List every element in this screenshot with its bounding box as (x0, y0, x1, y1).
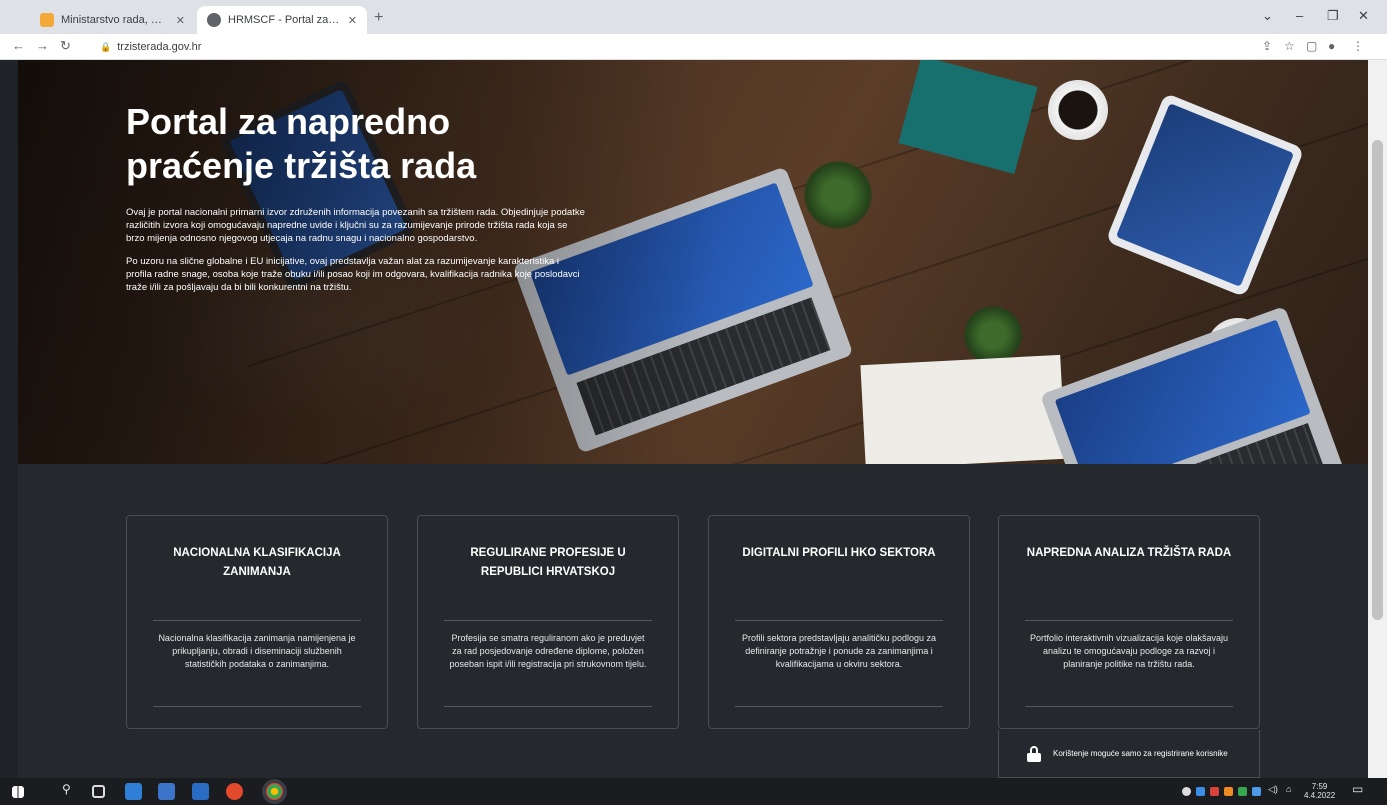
url-input[interactable]: 🔒 trzisterada.gov.hr (100, 37, 1250, 57)
app-icon[interactable] (226, 783, 243, 800)
card-napredna-analiza[interactable]: NAPREDNA ANALIZA TRŽIŠTA RADA Portfolio … (998, 515, 1260, 729)
coffee-mug-image (1048, 80, 1108, 140)
notebook-image (860, 354, 1066, 464)
hero-banner: Portal za napredno praćenje tržišta rada… (18, 60, 1368, 464)
lock-icon: 🔒 (100, 41, 112, 52)
app-icon[interactable] (158, 783, 175, 800)
teal-book-image (898, 60, 1038, 174)
divider (153, 620, 361, 621)
restricted-access-text: Korištenje moguće samo za registrirane k… (1053, 749, 1228, 758)
tab-title: Ministarstvo rada, mirovinskog (61, 14, 170, 26)
favicon-icon (40, 13, 54, 27)
restricted-access-note: Korištenje moguće samo za registrirane k… (998, 730, 1260, 778)
card-description: Profili sektora predstavljaju analitičku… (741, 633, 937, 669)
page-title-line: Portal za napredno (126, 101, 451, 142)
scrollbar-thumb[interactable] (1372, 140, 1383, 620)
card-title: DIGITALNI PROFILI HKO SEKTORA (742, 547, 936, 559)
plant-image (803, 160, 873, 230)
minimize-icon[interactable]: – (1296, 8, 1303, 23)
browser-tab-active[interactable]: HRMSCF - Portal za napredno ✕ (197, 6, 367, 34)
tray-icon[interactable] (1238, 787, 1247, 796)
favicon-icon (207, 13, 221, 27)
task-view-icon[interactable] (92, 785, 105, 798)
page-viewport: Portal za napredno praćenje tržišta rada… (18, 60, 1368, 778)
tablet-image (1105, 92, 1305, 298)
close-tab-icon[interactable]: ✕ (348, 14, 357, 27)
divider (153, 706, 361, 707)
back-icon[interactable]: ← (12, 38, 25, 53)
extensions-icon[interactable]: ▢ (1306, 39, 1317, 53)
tray-icon[interactable] (1252, 787, 1261, 796)
close-tab-icon[interactable]: ✕ (176, 14, 185, 27)
card-digitalni-profili[interactable]: DIGITALNI PROFILI HKO SEKTORA Profili se… (708, 515, 970, 729)
bookmark-star-icon[interactable]: ☆ (1284, 39, 1295, 53)
new-tab-icon[interactable]: + (374, 9, 383, 27)
browser-tab[interactable]: Ministarstvo rada, mirovinskog ✕ (30, 6, 195, 34)
url-text: trzisterada.gov.hr (117, 41, 202, 53)
tab-search-icon[interactable]: ⌄ (1262, 8, 1273, 24)
tablet-screen (1115, 103, 1295, 287)
share-icon[interactable]: ⇪ (1262, 39, 1272, 53)
divider (1025, 620, 1233, 621)
clock-date: 4.4.2022 (1304, 791, 1336, 800)
tab-title: HRMSCF - Portal za napredno (228, 14, 342, 26)
page-title-line: praćenje tržišta rada (126, 145, 477, 186)
reload-icon[interactable]: ↻ (60, 38, 71, 54)
page-title: Portal za napredno praćenje tržišta rada (126, 100, 586, 188)
tray-icon[interactable] (1182, 787, 1191, 796)
forward-icon[interactable]: → (36, 38, 49, 53)
card-title: NAPREDNA ANALIZA TRŽIŠTA RADA (1026, 547, 1232, 559)
card-title: REGULIRANE PROFESIJE U REPUBLICI HRVATSK… (470, 547, 626, 578)
hero-paragraph: Po uzoru na slične globalne i EU inicija… (126, 256, 580, 293)
app-icon[interactable] (192, 783, 209, 800)
volume-icon[interactable]: ◁) (1268, 784, 1278, 795)
clock-time: 7:59 (1311, 782, 1328, 791)
windows-start-icon[interactable] (12, 786, 24, 798)
card-regulirane-profesije[interactable]: REGULIRANE PROFESIJE U REPUBLICI HRVATSK… (417, 515, 679, 729)
hero-paragraph: Ovaj je portal nacionalni primarni izvor… (126, 207, 585, 244)
menu-icon[interactable]: ⋮ (1352, 39, 1364, 53)
restore-icon[interactable]: ❐ (1327, 8, 1339, 24)
card-description: Nacionalna klasifikacija zanimanja namij… (158, 633, 356, 669)
padlock-icon (1027, 745, 1041, 762)
windows-taskbar: ⚲ ◁) ⌂ 7:59 4.4.2022 ▭ (0, 778, 1387, 805)
chrome-app-icon[interactable] (266, 783, 283, 800)
card-nacionalna-klasifikacija[interactable]: NACIONALNA KLASIFIKACIJA ZANIMANJA Nacio… (126, 515, 388, 729)
card-title: NACIONALNA KLASIFIKACIJA ZANIMANJA (173, 547, 341, 578)
browser-tab-strip: Ministarstvo rada, mirovinskog ✕ HRMSCF … (0, 0, 1387, 34)
notification-icon[interactable]: ▭ (1352, 782, 1363, 796)
tray-icon[interactable] (1196, 787, 1205, 796)
address-bar: ← → ↻ 🔒 trzisterada.gov.hr ⇪ ☆ ▢ ● ⋮ (0, 34, 1387, 60)
divider (735, 620, 943, 621)
profile-icon[interactable]: ● (1328, 39, 1335, 53)
network-icon[interactable]: ⌂ (1286, 784, 1291, 794)
app-icon[interactable] (125, 783, 142, 800)
divider (735, 706, 943, 707)
card-description: Portfolio interaktivnih vizualizacija ko… (1029, 633, 1229, 669)
hero-text-block: Portal za napredno praćenje tržišta rada… (126, 100, 586, 294)
plant-image (963, 305, 1023, 365)
divider (444, 620, 652, 621)
tray-icon[interactable] (1210, 787, 1219, 796)
search-icon[interactable]: ⚲ (62, 782, 71, 796)
close-window-icon[interactable]: ✕ (1358, 8, 1369, 24)
laptop-image (1040, 305, 1346, 464)
tray-icon[interactable] (1224, 787, 1233, 796)
divider (444, 706, 652, 707)
card-description: Profesija se smatra reguliranom ako je p… (449, 633, 647, 669)
page-scrollbar[interactable] (1368, 60, 1387, 778)
divider (1025, 706, 1233, 707)
cards-section: NACIONALNA KLASIFIKACIJA ZANIMANJA Nacio… (18, 464, 1368, 778)
clock[interactable]: 7:59 4.4.2022 (1304, 782, 1335, 800)
